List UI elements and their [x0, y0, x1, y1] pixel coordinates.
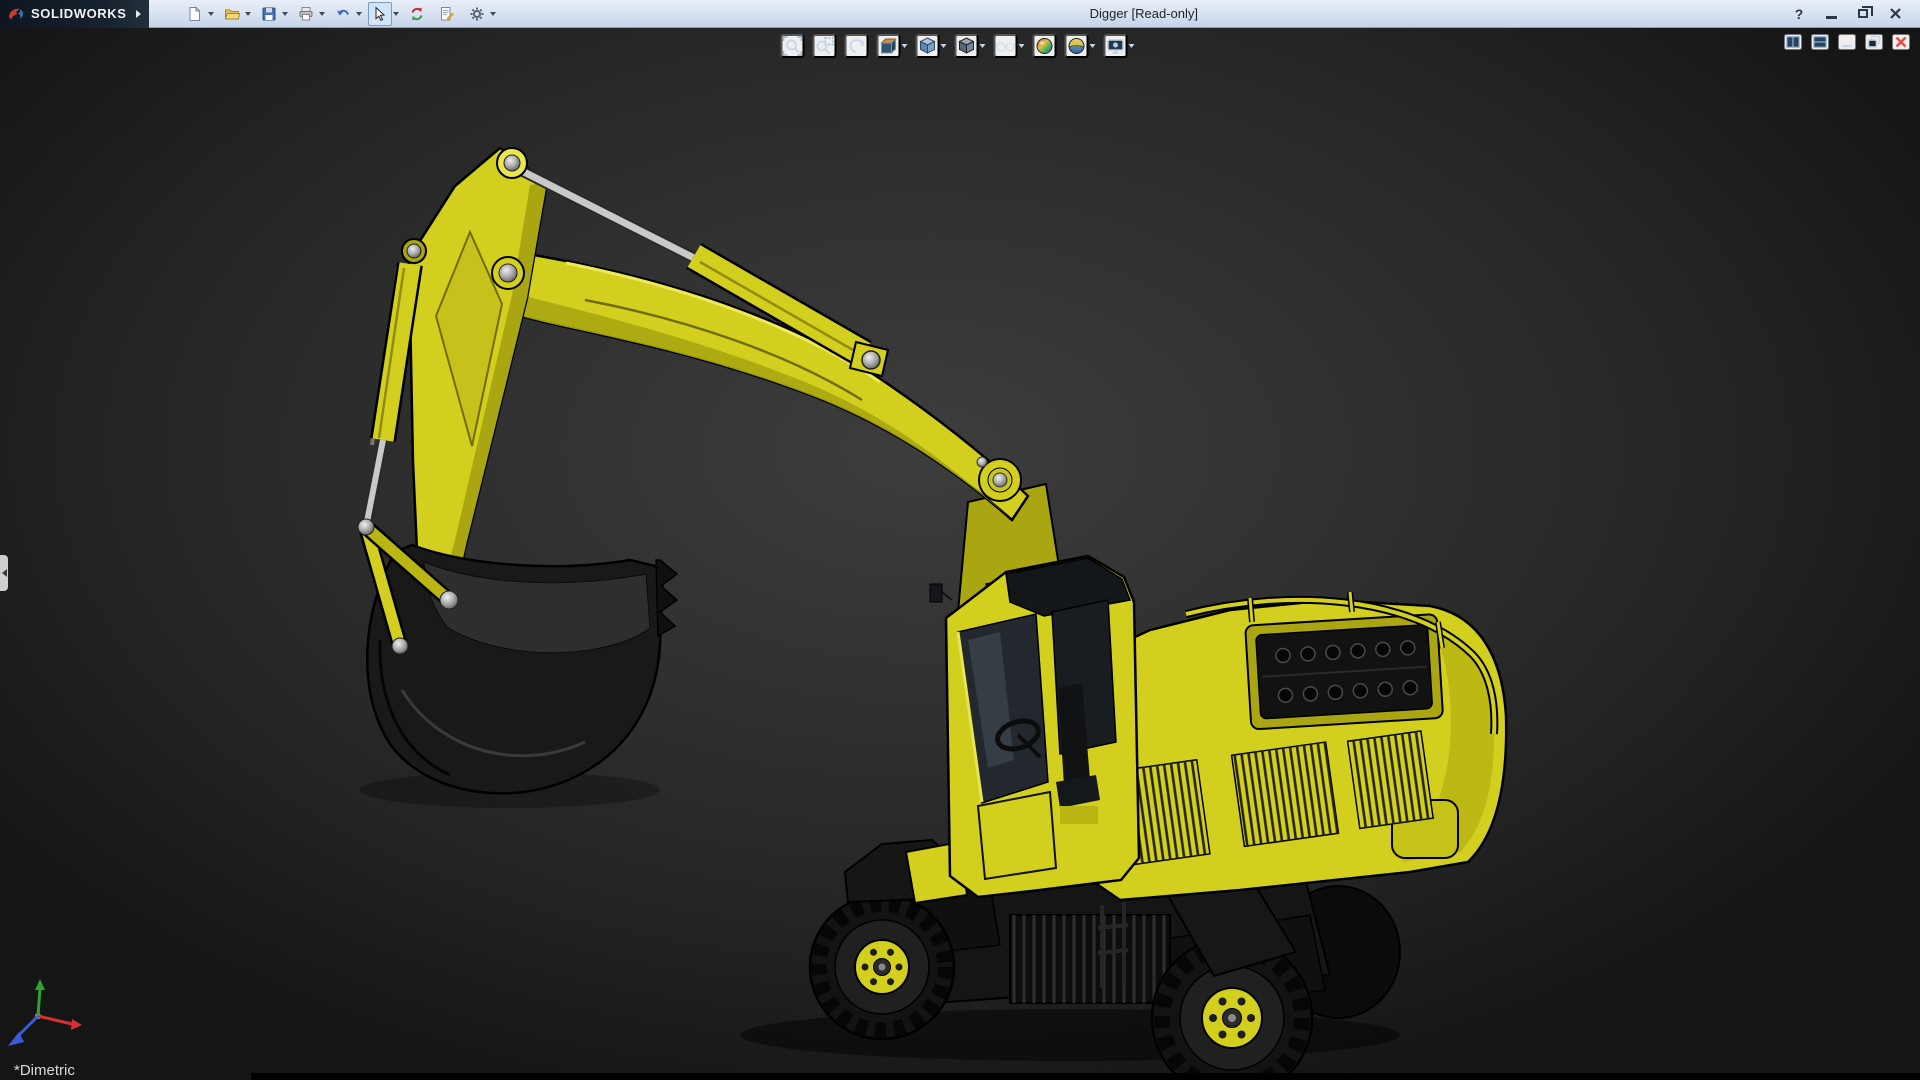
cab[interactable]	[929, 554, 1141, 899]
rebuild-button[interactable]	[405, 2, 429, 26]
select-dropdown-caret[interactable]	[392, 11, 399, 16]
orientation-label: *Dimetric	[14, 1062, 75, 1079]
window-controls: ?	[1788, 4, 1920, 24]
split-view-left-icon	[1786, 36, 1800, 48]
new-document-icon	[189, 5, 201, 21]
open-button[interactable]	[220, 2, 244, 26]
print-icon	[299, 6, 313, 20]
view-orientation-cube-icon	[919, 37, 936, 54]
view-orientation-dropdown-caret[interactable]	[940, 44, 947, 48]
solidworks-logo[interactable]: SOLIDWORKS	[0, 0, 149, 28]
apply-scene-button[interactable]	[1064, 34, 1089, 58]
save-button[interactable]	[257, 2, 281, 26]
hide-show-items-button[interactable]	[993, 34, 1018, 58]
bucket-teeth	[655, 559, 679, 638]
zoom-to-area-button[interactable]	[812, 34, 837, 58]
close-child-button[interactable]	[1892, 34, 1910, 50]
display-style-button[interactable]	[954, 34, 979, 58]
display-style-dropdown-caret[interactable]	[979, 44, 986, 48]
section-view-button[interactable]	[876, 34, 901, 58]
rebuild-icon	[411, 7, 423, 20]
options-gear-icon	[470, 7, 484, 20]
hide-show-items-glasses-icon	[995, 42, 1016, 52]
save-dropdown-caret[interactable]	[281, 11, 288, 16]
edit-appearance-button[interactable]	[1032, 34, 1057, 58]
close-child-icon	[1895, 36, 1907, 48]
display-style-icon	[958, 37, 975, 54]
zoom-to-area-icon	[816, 37, 834, 55]
dassault-logo-icon	[9, 8, 24, 20]
file-properties-icon	[440, 6, 454, 20]
apply-scene-sphere-icon	[1068, 38, 1085, 54]
section-view-icon	[880, 37, 897, 55]
apply-scene-dropdown-caret[interactable]	[1089, 44, 1096, 48]
view-settings-dropdown-caret[interactable]	[1128, 44, 1135, 48]
restore-child-icon	[1867, 35, 1881, 48]
open-dropdown-caret[interactable]	[244, 11, 251, 16]
split-view-left-button[interactable]	[1784, 34, 1802, 50]
model-scene[interactable]	[0, 28, 1920, 1080]
restore-button[interactable]	[1852, 4, 1874, 24]
minimize-icon	[1825, 16, 1837, 19]
file-properties-button[interactable]	[435, 2, 459, 26]
feature-panel-collapse-handle[interactable]	[0, 555, 8, 591]
hide-show-items-dropdown-caret[interactable]	[1018, 44, 1025, 48]
triad-y-axis	[35, 979, 45, 990]
save-icon	[262, 7, 276, 20]
minimize-child-button[interactable]	[1838, 34, 1856, 50]
triad-x-axis	[71, 1019, 82, 1030]
brand-text: SOLIDWORKS	[31, 6, 127, 21]
window-title: Digger [Read-only]	[1089, 6, 1198, 21]
view-settings-icon	[1107, 39, 1124, 54]
zoom-to-fit-icon	[782, 36, 803, 56]
minimize-button[interactable]	[1820, 4, 1842, 24]
engine-hood[interactable]	[1244, 613, 1444, 731]
heads-up-view-toolbar	[780, 34, 1140, 58]
document-window-controls	[1784, 34, 1910, 50]
menu-flyout-arrow-icon[interactable]	[135, 9, 141, 18]
options-button[interactable]	[465, 2, 489, 26]
select-cursor-icon	[375, 5, 385, 21]
options-dropdown-caret[interactable]	[489, 11, 496, 16]
new-document-dropdown-caret[interactable]	[207, 11, 214, 16]
split-view-right-icon	[1813, 36, 1827, 48]
bucket-cylinder[interactable]	[361, 262, 423, 528]
restore-icon	[1858, 6, 1873, 18]
new-document-button[interactable]	[183, 2, 207, 26]
view-orientation-button[interactable]	[915, 34, 940, 58]
standard-toolbar	[183, 1, 500, 26]
undo-button[interactable]	[331, 2, 355, 26]
reference-triad[interactable]	[8, 979, 82, 1046]
select-button[interactable]	[367, 1, 392, 26]
split-view-right-button[interactable]	[1811, 34, 1829, 50]
front-wheel[interactable]	[808, 893, 956, 1041]
print-dropdown-caret[interactable]	[318, 11, 325, 16]
mirror	[929, 583, 943, 603]
undo-icon	[336, 9, 349, 15]
print-button[interactable]	[294, 2, 318, 26]
titlebar: SOLIDWORKS Digger [Read-only] ?	[0, 0, 1920, 28]
minimize-child-icon	[1842, 44, 1852, 48]
close-icon	[1889, 8, 1901, 19]
section-view-dropdown-caret[interactable]	[901, 44, 908, 48]
view-settings-button[interactable]	[1103, 34, 1128, 58]
previous-view-icon	[849, 39, 864, 53]
bucket[interactable]	[365, 543, 679, 795]
zoom-to-fit-button[interactable]	[780, 34, 805, 58]
status-strip	[251, 1073, 1920, 1080]
restore-child-button[interactable]	[1865, 34, 1883, 50]
stick-arm[interactable]	[407, 146, 549, 609]
help-button[interactable]: ?	[1788, 4, 1810, 24]
previous-view-button[interactable]	[844, 34, 869, 58]
graphics-viewport[interactable]: *Dimetric	[0, 28, 1920, 1080]
undo-dropdown-caret[interactable]	[355, 11, 362, 16]
close-button[interactable]	[1884, 4, 1906, 24]
edit-appearance-sphere-icon	[1036, 38, 1053, 54]
open-folder-icon	[224, 9, 240, 19]
solidworks-window: SOLIDWORKS Digger [Read-only] ? *Dimetri…	[0, 0, 1920, 1080]
